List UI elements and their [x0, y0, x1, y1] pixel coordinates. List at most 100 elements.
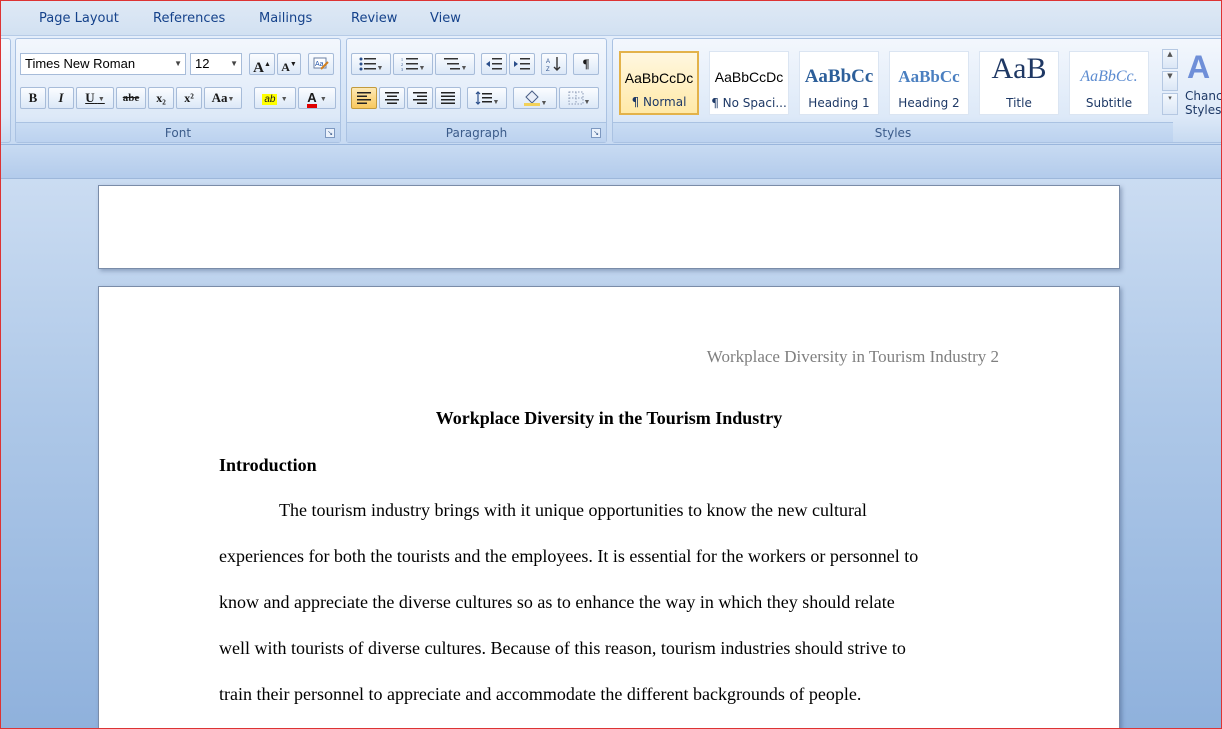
shrink-font-button[interactable]: A▼	[277, 53, 301, 75]
svg-text:3: 3	[401, 67, 403, 71]
change-styles-label: Chanc Styles	[1185, 89, 1222, 117]
chevron-down-icon: ▼	[280, 95, 288, 104]
style-heading-2[interactable]: AaBbCc Heading 2	[889, 51, 969, 115]
style-sample: AaBbCc	[898, 67, 960, 86]
style-sample: AaBbCc	[804, 66, 874, 87]
strikethrough-button[interactable]: abe	[116, 87, 146, 109]
page-header-text: Workplace Diversity in Tourism Industry …	[706, 347, 999, 366]
paint-bucket-icon	[523, 90, 540, 106]
decrease-indent-icon	[486, 58, 502, 70]
font-name-value: Times New Roman	[25, 56, 136, 71]
superscript-button[interactable]: x²	[176, 87, 202, 109]
underline-label: U	[85, 90, 95, 105]
line-spacing-icon	[475, 91, 492, 105]
font-size-combo[interactable]: 12 ▼	[190, 53, 242, 75]
document-title: Workplace Diversity in the Tourism Indus…	[435, 408, 783, 428]
chevron-down-icon: ▼	[97, 95, 105, 104]
chevron-down-icon: ▼	[460, 64, 468, 73]
section-heading: Introduction	[219, 455, 317, 475]
justify-button[interactable]	[435, 87, 461, 109]
styles-group: AaBbCcDc ¶ Normal AaBbCcDc ¶ No Spaci...…	[612, 38, 1222, 143]
bold-button[interactable]: B	[20, 87, 46, 109]
paragraph-line: well with tourists of diverse cultures. …	[219, 638, 906, 658]
tab-page-layout[interactable]: Page Layout	[39, 11, 119, 26]
align-center-button[interactable]	[379, 87, 405, 109]
shrink-font-icon: A	[281, 60, 290, 74]
style-name: Title	[1006, 96, 1032, 110]
increase-indent-button[interactable]	[509, 53, 535, 75]
style-heading-1[interactable]: AaBbCc Heading 1	[799, 51, 879, 115]
paragraph-line: train their personnel to appreciate and …	[219, 684, 862, 704]
highlight-button[interactable]: ab ▼	[254, 87, 296, 109]
clear-formatting-icon: Aa	[313, 57, 329, 70]
style-subtitle[interactable]: AaBbCc. Subtitle	[1069, 51, 1149, 115]
style-name: Subtitle	[1085, 96, 1133, 110]
style-normal[interactable]: AaBbCcDc ¶ Normal	[619, 51, 699, 115]
font-dialog-launcher-icon[interactable]: ↘	[325, 128, 335, 138]
change-case-label: Aa	[211, 90, 228, 105]
multilevel-list-button[interactable]: ▼	[435, 53, 475, 75]
align-left-button[interactable]	[351, 87, 377, 109]
multilevel-list-icon	[443, 58, 460, 70]
style-title[interactable]: AaB Title	[979, 51, 1059, 115]
tab-view[interactable]: View	[430, 11, 461, 26]
tab-mailings[interactable]: Mailings	[259, 11, 312, 26]
styles-scroll-down-button[interactable]: ▼	[1162, 71, 1178, 91]
style-no-spacing[interactable]: AaBbCcDc ¶ No Spaci...	[709, 51, 789, 115]
svg-text:Z: Z	[546, 67, 550, 72]
font-size-value: 12	[195, 56, 210, 71]
pilcrow-icon: ¶	[582, 56, 590, 71]
styles-group-label: Styles	[613, 122, 1173, 142]
style-sample: AaBbCc.	[1080, 68, 1138, 85]
style-sample: AaBbCcDc	[624, 70, 694, 86]
font-color-button[interactable]: A ▼	[298, 87, 336, 109]
chevron-down-icon: ▼	[540, 99, 548, 108]
page-2[interactable]: Workplace Diversity in Tourism Industry …	[98, 286, 1120, 728]
font-group: Times New Roman ▼ 12 ▼ A▲ A▼ Aa B I U ▼ …	[15, 38, 341, 143]
increase-indent-icon	[514, 58, 530, 70]
ribbon-tabs: Page Layout References Mailings Review V…	[1, 1, 1221, 35]
italic-button[interactable]: I	[48, 87, 74, 109]
sort-button[interactable]: A Z	[541, 53, 567, 75]
chevron-down-icon: ▼	[227, 95, 235, 104]
styles-scroll-up-button[interactable]: ▲	[1162, 49, 1178, 69]
style-sample: AaB	[991, 56, 1047, 85]
paragraph-group-label: Paragraph	[347, 122, 606, 142]
clear-formatting-button[interactable]: Aa	[308, 53, 334, 75]
font-name-combo[interactable]: Times New Roman ▼	[20, 53, 186, 75]
style-sample: AaBbCcDc	[714, 69, 784, 85]
svg-text:A: A	[546, 59, 550, 65]
change-styles-icon: A	[1187, 49, 1211, 85]
change-styles-button[interactable]: A Chanc Styles	[1183, 43, 1222, 121]
ruler-strip	[1, 145, 1221, 179]
bullets-button[interactable]: ▼	[351, 53, 391, 75]
decrease-indent-button[interactable]	[481, 53, 507, 75]
subscript-button[interactable]: x₂	[148, 87, 174, 109]
line-spacing-button[interactable]: ▼	[467, 87, 507, 109]
borders-button[interactable]: ▼	[559, 87, 599, 109]
underline-button[interactable]: U ▼	[76, 87, 114, 109]
grow-font-icon: A	[253, 60, 264, 76]
paragraph-line: The tourism industry brings with it uniq…	[279, 500, 867, 520]
paragraph-group: ▼ 1 2 3 ▼ ▼ A Z ¶ ▼ ▼ ▼ Paragraph ↘	[346, 38, 607, 143]
change-styles-label-line1: Chanc	[1185, 89, 1222, 103]
chevron-down-icon: ▼	[230, 59, 238, 68]
chevron-down-icon: ▼	[583, 98, 591, 107]
change-case-button[interactable]: Aa▼	[204, 87, 242, 109]
chevron-down-icon: ▼	[418, 64, 426, 73]
align-right-button[interactable]	[407, 87, 433, 109]
styles-more-button[interactable]: ▾	[1162, 93, 1178, 115]
paragraph-dialog-launcher-icon[interactable]: ↘	[591, 128, 601, 138]
chevron-down-icon: ▼	[492, 98, 500, 107]
grow-font-button[interactable]: A▲	[249, 53, 275, 76]
shading-button[interactable]: ▼	[513, 87, 557, 109]
sort-icon: A Z	[546, 57, 561, 73]
paragraph-line: know and appreciate the diverse cultures…	[219, 592, 895, 612]
style-name: ¶ Normal	[631, 95, 687, 109]
tab-references[interactable]: References	[153, 11, 225, 26]
tab-review[interactable]: Review	[351, 11, 397, 26]
numbering-button[interactable]: 1 2 3 ▼	[393, 53, 433, 75]
page-1-bottom[interactable]	[98, 185, 1120, 269]
align-center-icon	[385, 92, 399, 104]
show-formatting-marks-button[interactable]: ¶	[573, 53, 599, 75]
